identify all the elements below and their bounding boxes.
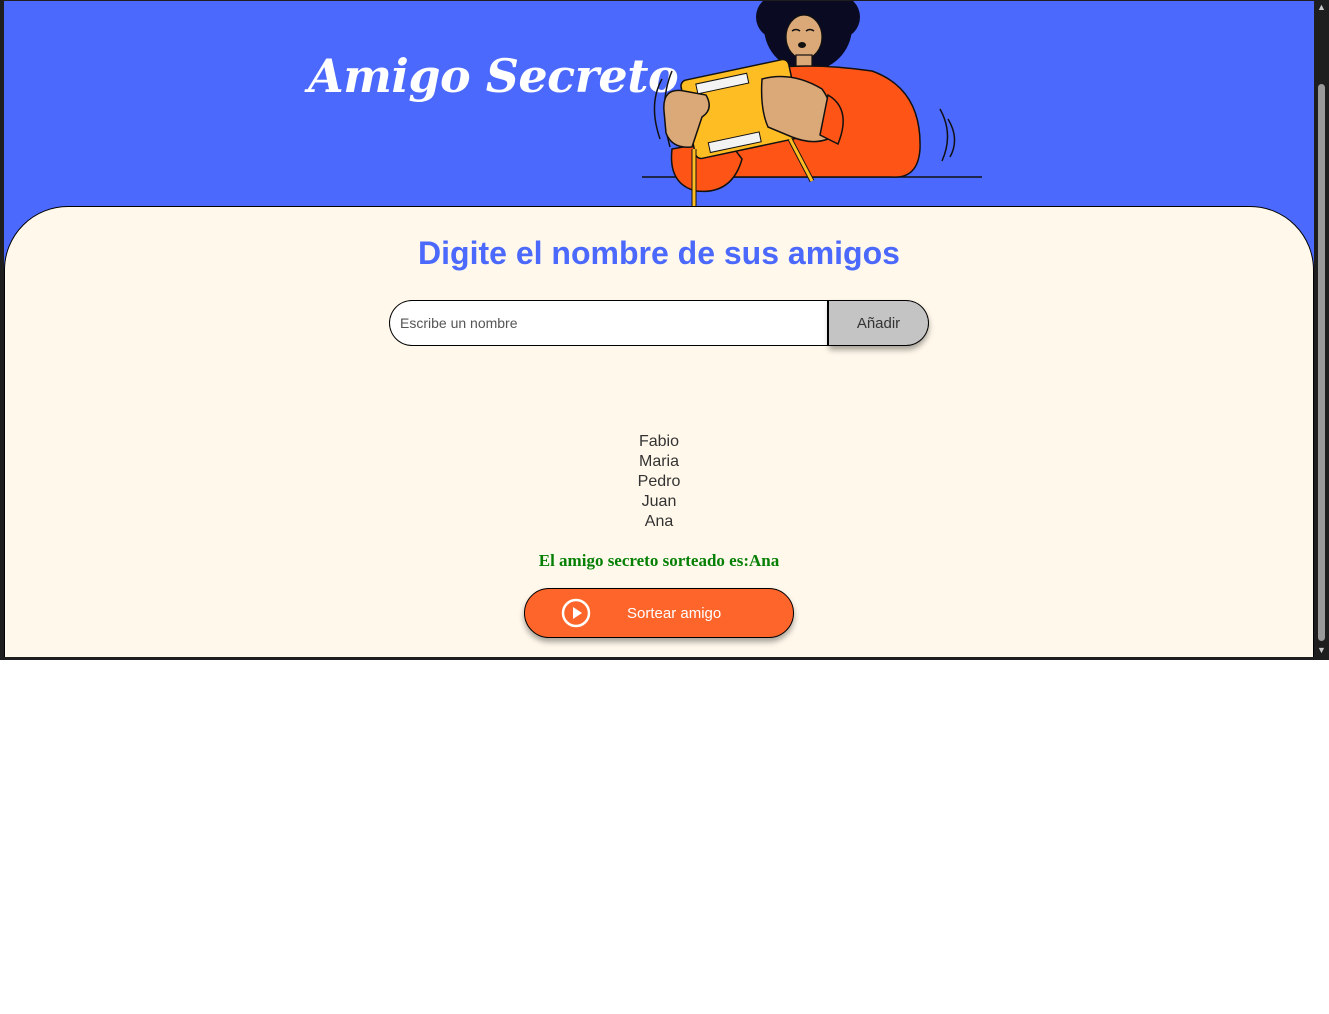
list-item: Maria — [638, 453, 679, 470]
draw-result-text: El amigo secreto sorteado es:Ana — [538, 551, 780, 570]
vertical-scrollbar[interactable]: ▲ ▼ — [1314, 0, 1329, 660]
name-input-group: Añadir — [389, 300, 929, 346]
scrollbar-thumb[interactable] — [1318, 84, 1325, 641]
scroll-up-icon[interactable]: ▲ — [1317, 3, 1326, 12]
add-button[interactable]: Añadir — [829, 300, 929, 346]
section-title: Digite el nombre de sus amigos — [418, 235, 900, 271]
play-circle-icon — [561, 598, 591, 628]
name-input[interactable] — [389, 300, 829, 346]
list-item: Ana — [644, 513, 674, 530]
page: Amigo Secreto Digite el nombre de sus am… — [4, 1, 1314, 657]
list-item: Pedro — [637, 473, 681, 490]
list-item: Juan — [641, 493, 677, 510]
scroll-down-icon[interactable]: ▼ — [1317, 646, 1326, 655]
page-title: Amigo Secreto — [308, 49, 679, 103]
main-panel: Digite el nombre de sus amigos Añadir Fa… — [4, 206, 1314, 657]
friends-list: Fabio Maria Pedro Juan Ana — [5, 432, 1313, 532]
list-item: Fabio — [638, 433, 680, 450]
draw-friend-button[interactable]: Sortear amigo — [524, 588, 794, 638]
person-opening-gift-illustration — [642, 1, 982, 209]
browser-viewport: Amigo Secreto Digite el nombre de sus am… — [0, 0, 1329, 660]
draw-button-label: Sortear amigo — [627, 605, 722, 622]
